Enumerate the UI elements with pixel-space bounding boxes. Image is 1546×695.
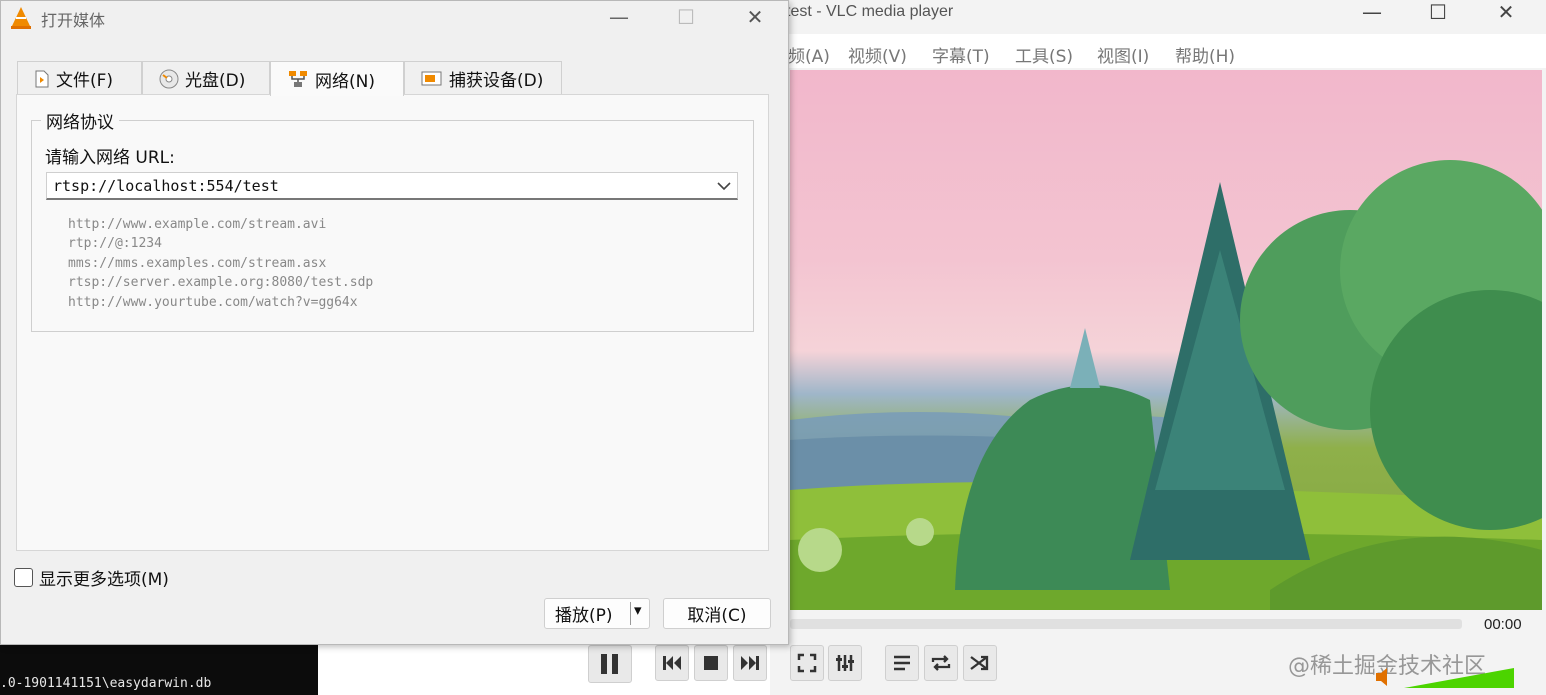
next-icon [741,656,759,670]
tab-network[interactable]: 网络(N) [270,61,404,96]
tab-disc-label: 光盘(D) [185,71,246,91]
chevron-down-icon[interactable] [717,181,731,191]
vlc-menubar: 频(A) 视频(V) 字幕(T) 工具(S) 视图(I) 帮助(H) [770,34,1546,68]
video-frame-scene [790,160,1542,610]
dialog-maximize-button[interactable]: ☐ [666,5,706,29]
extended-settings-icon [836,655,854,671]
disc-icon [159,69,179,88]
shuffle-button[interactable] [963,645,997,681]
play-split-divider [630,602,631,625]
more-options-checkbox[interactable] [14,568,33,587]
vlc-minimize-button[interactable]: — [1352,0,1392,24]
loop-icon [931,655,951,671]
fullscreen-icon [797,653,817,673]
play-button[interactable]: 播放(P) [555,601,613,626]
previous-button[interactable] [655,645,689,681]
tab-disc[interactable]: 光盘(D) [142,61,270,95]
play-dropdown-arrow[interactable]: ▾ [634,601,642,619]
vlc-main-window: test - VLC media player — ☐ ✕ 频(A) 视频(V)… [770,0,1546,695]
playlist-icon [894,655,910,671]
tab-file[interactable]: 文件(F) [17,61,142,95]
network-icon [289,71,307,87]
cancel-button[interactable]: 取消(C) [663,598,771,629]
loop-button[interactable] [924,645,958,681]
menu-video[interactable]: 视频(V) [848,42,907,67]
example-url-5: http://www.yourtube.com/watch?v=gg64x [68,295,358,310]
file-icon [35,70,49,87]
menu-view[interactable]: 视图(I) [1097,42,1149,67]
example-url-2: rtp://@:1234 [68,236,162,251]
menu-subtitle[interactable]: 字幕(T) [932,42,990,67]
tab-network-label: 网络(N) [315,71,375,92]
video-display[interactable] [790,70,1542,610]
url-combobox[interactable]: rtsp://localhost:554/test [46,172,738,200]
example-url-4: rtsp://server.example.org:8080/test.sdp [68,275,374,290]
next-button[interactable] [733,645,767,681]
seek-bar[interactable] [790,619,1462,629]
tab-file-label: 文件(F) [56,71,114,91]
time-display: 00:00 [1484,616,1522,633]
vlc-close-button[interactable]: ✕ [1486,0,1526,24]
more-options-toggle[interactable]: 显示更多选项(M) [14,565,169,590]
vlc-cone-icon [11,7,31,29]
menu-audio[interactable]: 频(A) [788,42,830,67]
volume-slider[interactable] [1374,664,1524,690]
vlc-window-title: test - VLC media player [786,3,954,20]
dialog-close-button[interactable]: ✕ [735,5,775,29]
tab-capture-device-label: 捕获设备(D) [449,71,544,91]
example-url-3: mms://mms.examples.com/stream.asx [68,256,327,271]
stop-icon [704,656,718,670]
dialog-minimize-button[interactable]: — [599,5,639,29]
terminal-line: .0-1901141151\easydarwin.db [0,676,212,691]
more-options-label: 显示更多选项(M) [39,570,169,590]
vlc-maximize-button[interactable]: ☐ [1418,0,1458,24]
playlist-button[interactable] [885,645,919,681]
menu-help[interactable]: 帮助(H) [1175,42,1235,67]
example-url-1: http://www.example.com/stream.avi [68,217,327,232]
previous-icon [663,656,681,670]
play-button-group: 播放(P) ▾ [544,598,650,629]
pause-button[interactable] [588,645,632,683]
pause-icon [601,654,618,674]
network-protocol-legend: 网络协议 [41,108,119,133]
tab-capture-device[interactable]: 捕获设备(D) [404,61,562,95]
open-media-dialog: 打开媒体 — ☐ ✕ 文件(F) 光盘(D) 网络(N) 捕获设备(D) 网络协… [0,0,789,645]
fullscreen-button[interactable] [790,645,824,681]
shuffle-icon [970,655,989,671]
dialog-title: 打开媒体 [41,11,106,30]
url-label: 请输入网络 URL: [45,148,175,168]
extended-settings-button[interactable] [828,645,862,681]
vlc-titlebar: test - VLC media player — ☐ ✕ [770,0,1546,34]
capture-device-icon [421,71,442,85]
menu-tools[interactable]: 工具(S) [1015,42,1073,67]
stop-button[interactable] [694,645,728,681]
volume-icon [1376,668,1514,688]
url-input[interactable]: rtsp://localhost:554/test [53,177,279,195]
